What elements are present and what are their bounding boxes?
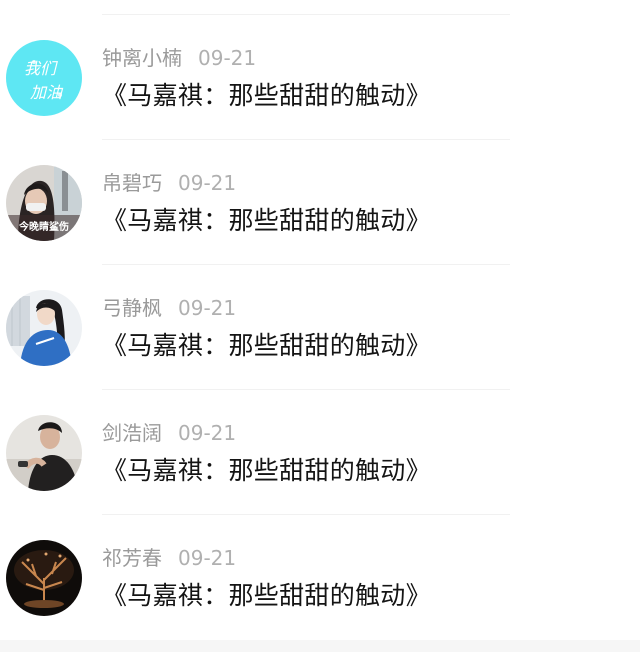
avatar-image xyxy=(6,415,82,491)
bottom-bar xyxy=(0,640,640,652)
comment-date: 09-21 xyxy=(178,171,237,195)
avatar-caption: 加油 xyxy=(30,83,64,102)
avatar-caption: 我们 xyxy=(24,59,58,78)
comment-meta: 剑浩阔 09-21 xyxy=(102,418,236,448)
avatar-caption: 今晚睛鲨伤 xyxy=(18,220,69,233)
comment-feed: 我们 加油 钟离小楠 09-21 《马嘉祺：那些甜甜的触动》 今晚睛鲨伤 帛碧巧… xyxy=(0,0,640,640)
comment-text[interactable]: 《马嘉祺：那些甜甜的触动》 xyxy=(102,454,431,488)
comment-meta: 帛碧巧 09-21 xyxy=(102,168,236,198)
username[interactable]: 钟离小楠 xyxy=(102,46,182,70)
comment-item[interactable]: 弓静枫 09-21 《马嘉祺：那些甜甜的触动》 xyxy=(0,250,640,390)
username[interactable]: 祁芳春 xyxy=(102,546,162,570)
avatar-image: 今晚睛鲨伤 xyxy=(6,165,82,241)
avatar[interactable] xyxy=(6,290,82,366)
comment-date: 09-21 xyxy=(178,421,237,445)
comment-item[interactable]: 我们 加油 钟离小楠 09-21 《马嘉祺：那些甜甜的触动》 xyxy=(0,0,640,140)
username[interactable]: 剑浩阔 xyxy=(102,421,162,445)
comment-meta: 弓静枫 09-21 xyxy=(102,293,236,323)
comment-text[interactable]: 《马嘉祺：那些甜甜的触动》 xyxy=(102,79,431,113)
avatar-image xyxy=(6,290,82,366)
avatar-image xyxy=(6,540,82,616)
avatar[interactable] xyxy=(6,540,82,616)
comment-text[interactable]: 《马嘉祺：那些甜甜的触动》 xyxy=(102,204,431,238)
comment-meta: 祁芳春 09-21 xyxy=(102,543,236,573)
avatar[interactable]: 今晚睛鲨伤 xyxy=(6,165,82,241)
comment-date: 09-21 xyxy=(178,296,237,320)
comment-meta: 钟离小楠 09-21 xyxy=(102,43,256,73)
username[interactable]: 弓静枫 xyxy=(102,296,162,320)
comment-text[interactable]: 《马嘉祺：那些甜甜的触动》 xyxy=(102,329,431,363)
comment-date: 09-21 xyxy=(198,46,257,70)
avatar-image: 我们 加油 xyxy=(6,40,82,116)
username[interactable]: 帛碧巧 xyxy=(102,171,162,195)
comment-item[interactable]: 剑浩阔 09-21 《马嘉祺：那些甜甜的触动》 xyxy=(0,375,640,515)
avatar[interactable]: 我们 加油 xyxy=(6,40,82,116)
comment-item[interactable]: 祁芳春 09-21 《马嘉祺：那些甜甜的触动》 xyxy=(0,500,640,625)
comment-text[interactable]: 《马嘉祺：那些甜甜的触动》 xyxy=(102,579,431,613)
comment-date: 09-21 xyxy=(178,546,237,570)
comment-item[interactable]: 今晚睛鲨伤 帛碧巧 09-21 《马嘉祺：那些甜甜的触动》 xyxy=(0,125,640,265)
avatar[interactable] xyxy=(6,415,82,491)
